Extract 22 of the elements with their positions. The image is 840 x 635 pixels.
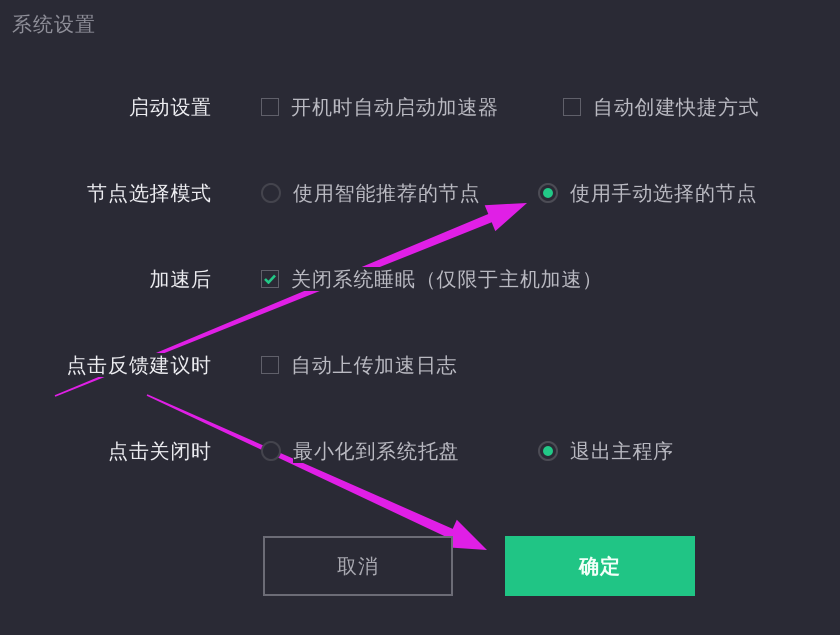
setting-label: 节点选择模式 xyxy=(87,181,212,205)
setting-label: 启动设置 xyxy=(128,95,212,119)
radio-button[interactable] xyxy=(538,183,558,203)
setting-label: 点击反馈建议时 xyxy=(66,353,212,377)
option-label: 自动创建快捷方式 xyxy=(593,95,760,119)
option-label: 使用手动选择的节点 xyxy=(570,181,758,205)
radio-button[interactable] xyxy=(261,183,281,203)
option-label: 自动上传加速日志 xyxy=(291,353,458,377)
checkbox[interactable] xyxy=(261,270,279,288)
option-label: 退出主程序 xyxy=(570,439,674,463)
window-title: 系统设置 xyxy=(12,12,96,36)
setting-label: 加速后 xyxy=(150,267,212,291)
radio-button[interactable] xyxy=(538,441,558,461)
checkbox[interactable] xyxy=(261,98,279,116)
option-label: 最小化到系统托盘 xyxy=(293,439,460,463)
setting-label: 点击关闭时 xyxy=(108,439,212,463)
cancel-button[interactable]: 取消 xyxy=(263,536,453,596)
option-label: 开机时自动启动加速器 xyxy=(291,95,499,119)
radio-button[interactable] xyxy=(261,441,281,461)
option-label: 使用智能推荐的节点 xyxy=(293,181,480,205)
checkbox[interactable] xyxy=(563,98,581,116)
checkbox[interactable] xyxy=(261,356,279,374)
